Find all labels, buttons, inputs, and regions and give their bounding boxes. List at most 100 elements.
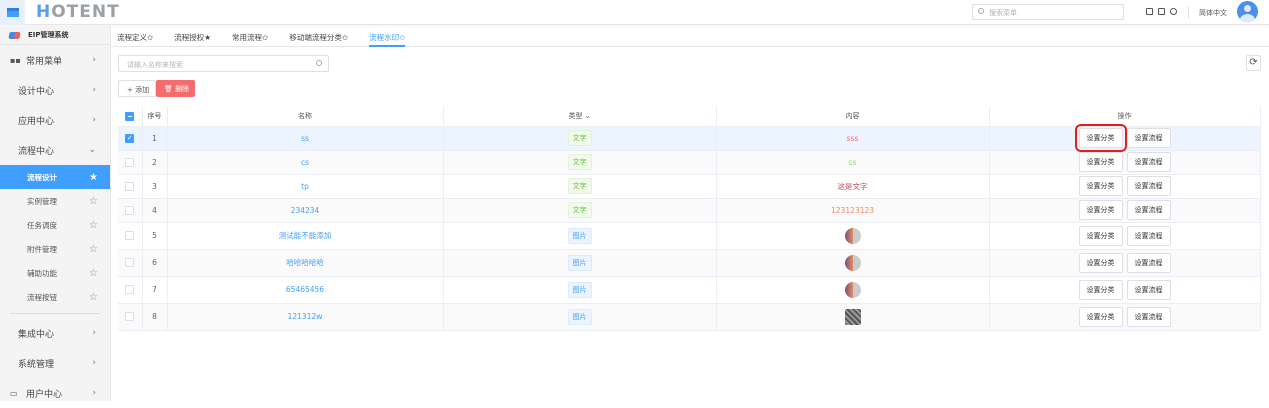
sidebar-subitem-attachments[interactable]: 附件管理 ☆ (0, 237, 110, 261)
sidebar-item-flow-center[interactable]: 流程中心 ⌄ (0, 135, 110, 165)
set-flow-button[interactable]: 设置流程 (1126, 176, 1171, 196)
table-row[interactable]: 7 65465456 图片 设置分类 设置流程 (118, 276, 1261, 304)
refresh-icon[interactable] (1170, 8, 1177, 15)
type-tag: 文字 (567, 130, 592, 146)
set-flow-button[interactable]: 设置流程 (1126, 306, 1171, 327)
watermark-image-thumbnail[interactable] (844, 308, 861, 325)
row-checkbox[interactable] (118, 198, 143, 223)
column-header-type[interactable]: 类型 ⌄ (443, 107, 717, 127)
sidebar-subitem-flow-design[interactable]: 流程设计 ★ (0, 165, 110, 189)
set-category-button[interactable]: 设置分类 (1078, 225, 1123, 246)
table-row[interactable]: 4 234234 文字 123123123 设置分类 设置流程 (118, 198, 1261, 223)
star-icon[interactable]: ☆ (89, 196, 98, 207)
row-name[interactable]: ss (167, 126, 444, 151)
row-checkbox[interactable] (118, 150, 143, 175)
set-category-button[interactable]: 设置分类 (1078, 152, 1123, 172)
star-icon[interactable]: ☆ (89, 220, 98, 231)
set-flow-button[interactable]: 设置流程 (1126, 128, 1171, 148)
set-flow-button[interactable]: 设置流程 (1126, 200, 1171, 220)
fullscreen-icon[interactable] (1158, 8, 1165, 15)
watermark-image-thumbnail[interactable] (844, 227, 861, 244)
row-index: 3 (142, 174, 168, 199)
watermark-text: 123123123 (831, 205, 874, 215)
watermark-image-thumbnail[interactable] (844, 281, 861, 298)
chevron-right-icon: › (92, 358, 96, 368)
refresh-button[interactable]: ⟳ (1246, 55, 1261, 71)
chevron-right-icon: › (92, 115, 96, 125)
search-icon[interactable] (316, 60, 322, 66)
star-icon[interactable]: ☆ (89, 268, 98, 279)
row-checkbox[interactable] (118, 303, 143, 331)
table-row[interactable]: 6 哈哈哈哈哈 图片 设置分类 设置流程 (118, 249, 1261, 277)
set-category-button[interactable]: 设置分类 (1078, 200, 1123, 220)
row-checkbox[interactable] (118, 174, 143, 199)
sidebar-subitem-helpers[interactable]: 辅助功能 ☆ (0, 261, 110, 285)
table-row[interactable]: 3 tp 文字 这是文字 设置分类 设置流程 (118, 174, 1261, 199)
sidebar-subitem-task-schedule[interactable]: 任务调度 ☆ (0, 213, 110, 237)
system-brand: EIP管理系统 (0, 26, 110, 45)
row-name[interactable]: 65465456 (167, 276, 444, 304)
set-flow-button[interactable]: 设置流程 (1126, 252, 1171, 273)
sidebar-item-integration[interactable]: 集成中心 › (0, 318, 110, 348)
sidebar-subitem-flow-buttons[interactable]: 流程按钮 ☆ (0, 285, 110, 309)
set-flow-button[interactable]: 设置流程 (1126, 225, 1171, 246)
set-category-button[interactable]: 设置分类 (1074, 124, 1127, 152)
set-category-button[interactable]: 设置分类 (1078, 176, 1123, 196)
sidebar-subitem-instance[interactable]: 实例管理 ☆ (0, 189, 110, 213)
star-filled-icon[interactable]: ★ (89, 172, 98, 183)
user-avatar[interactable] (1237, 1, 1258, 22)
sidebar-item-common-menu[interactable]: ▪▪ 常用菜单 › (0, 45, 110, 75)
tab-mobile-categories[interactable]: 移动端流程分类✩ (289, 26, 348, 47)
star-icon[interactable]: ☆ (89, 244, 98, 255)
screen-icon[interactable] (1146, 8, 1153, 15)
tab-flow-watermark[interactable]: 流程水印✩ (369, 26, 406, 47)
set-category-button[interactable]: 设置分类 (1078, 306, 1123, 327)
add-button[interactable]: + 添加 (118, 80, 156, 97)
chevron-right-icon: › (92, 55, 96, 65)
menu-icon (6, 8, 19, 17)
tab-bar: 流程定义✩ 流程授权★ 常用流程✩ 移动端流程分类✩ 流程水印✩ (111, 26, 1269, 47)
watermark-image-thumbnail[interactable] (844, 254, 861, 271)
row-name[interactable]: 234234 (167, 198, 444, 223)
row-checkbox[interactable]: ✓ (118, 126, 143, 151)
sidebar-item-system[interactable]: 系统管理 › (0, 348, 110, 378)
table-row[interactable]: ✓ 1 ss 文字 sss 设置分类 设置流程 (118, 124, 1261, 152)
row-name[interactable]: 121312w (167, 303, 444, 331)
row-checkbox[interactable] (118, 249, 143, 277)
language-switch[interactable]: 简体中文 (1199, 8, 1227, 18)
table-row[interactable]: 8 121312w 图片 设置分类 设置流程 (118, 303, 1261, 331)
menu-search-input[interactable]: 搜索菜单 (972, 4, 1124, 20)
row-index: 7 (142, 276, 168, 304)
tab-flow-authorization[interactable]: 流程授权★ (174, 26, 211, 47)
row-name[interactable]: tp (167, 174, 444, 199)
row-name[interactable]: 哈哈哈哈哈 (167, 249, 444, 277)
row-checkbox[interactable] (118, 222, 143, 250)
name-search-input[interactable]: 请输入名称来搜索 (118, 55, 329, 72)
type-tag: 文字 (567, 154, 592, 170)
set-flow-button[interactable]: 设置流程 (1126, 279, 1171, 300)
menu-toggle-button[interactable] (0, 0, 25, 25)
set-category-button[interactable]: 设置分类 (1078, 279, 1123, 300)
row-index: 4 (142, 198, 168, 223)
row-name[interactable]: 测试能不能添加 (167, 222, 444, 250)
brand-icon (8, 31, 21, 39)
table-row[interactable]: 2 cs 文字 cs 设置分类 设置流程 (118, 150, 1261, 175)
row-index: 2 (142, 150, 168, 175)
sidebar-item-app-center[interactable]: 应用中心 › (0, 105, 110, 135)
tab-common-flows[interactable]: 常用流程✩ (232, 26, 268, 47)
sidebar-item-user-center[interactable]: ▭ 用户中心 › (0, 378, 110, 408)
table-row[interactable]: 5 测试能不能添加 图片 设置分类 设置流程 (118, 222, 1261, 250)
set-category-button[interactable]: 设置分类 (1078, 252, 1123, 273)
chevron-right-icon: › (92, 85, 96, 95)
select-all-checkbox[interactable] (118, 107, 143, 127)
set-flow-button[interactable]: 设置流程 (1126, 152, 1171, 172)
row-name[interactable]: cs (167, 150, 444, 175)
row-checkbox[interactable] (118, 276, 143, 304)
delete-button[interactable]: 🗑 删除 (156, 80, 195, 97)
type-tag: 图片 (567, 254, 592, 271)
column-header-name: 名称 (167, 107, 444, 127)
tab-flow-definition[interactable]: 流程定义✩ (117, 26, 153, 47)
logo: HOTENT (36, 2, 120, 22)
star-icon[interactable]: ☆ (89, 292, 98, 303)
sidebar-item-design-center[interactable]: 设计中心 › (0, 75, 110, 105)
